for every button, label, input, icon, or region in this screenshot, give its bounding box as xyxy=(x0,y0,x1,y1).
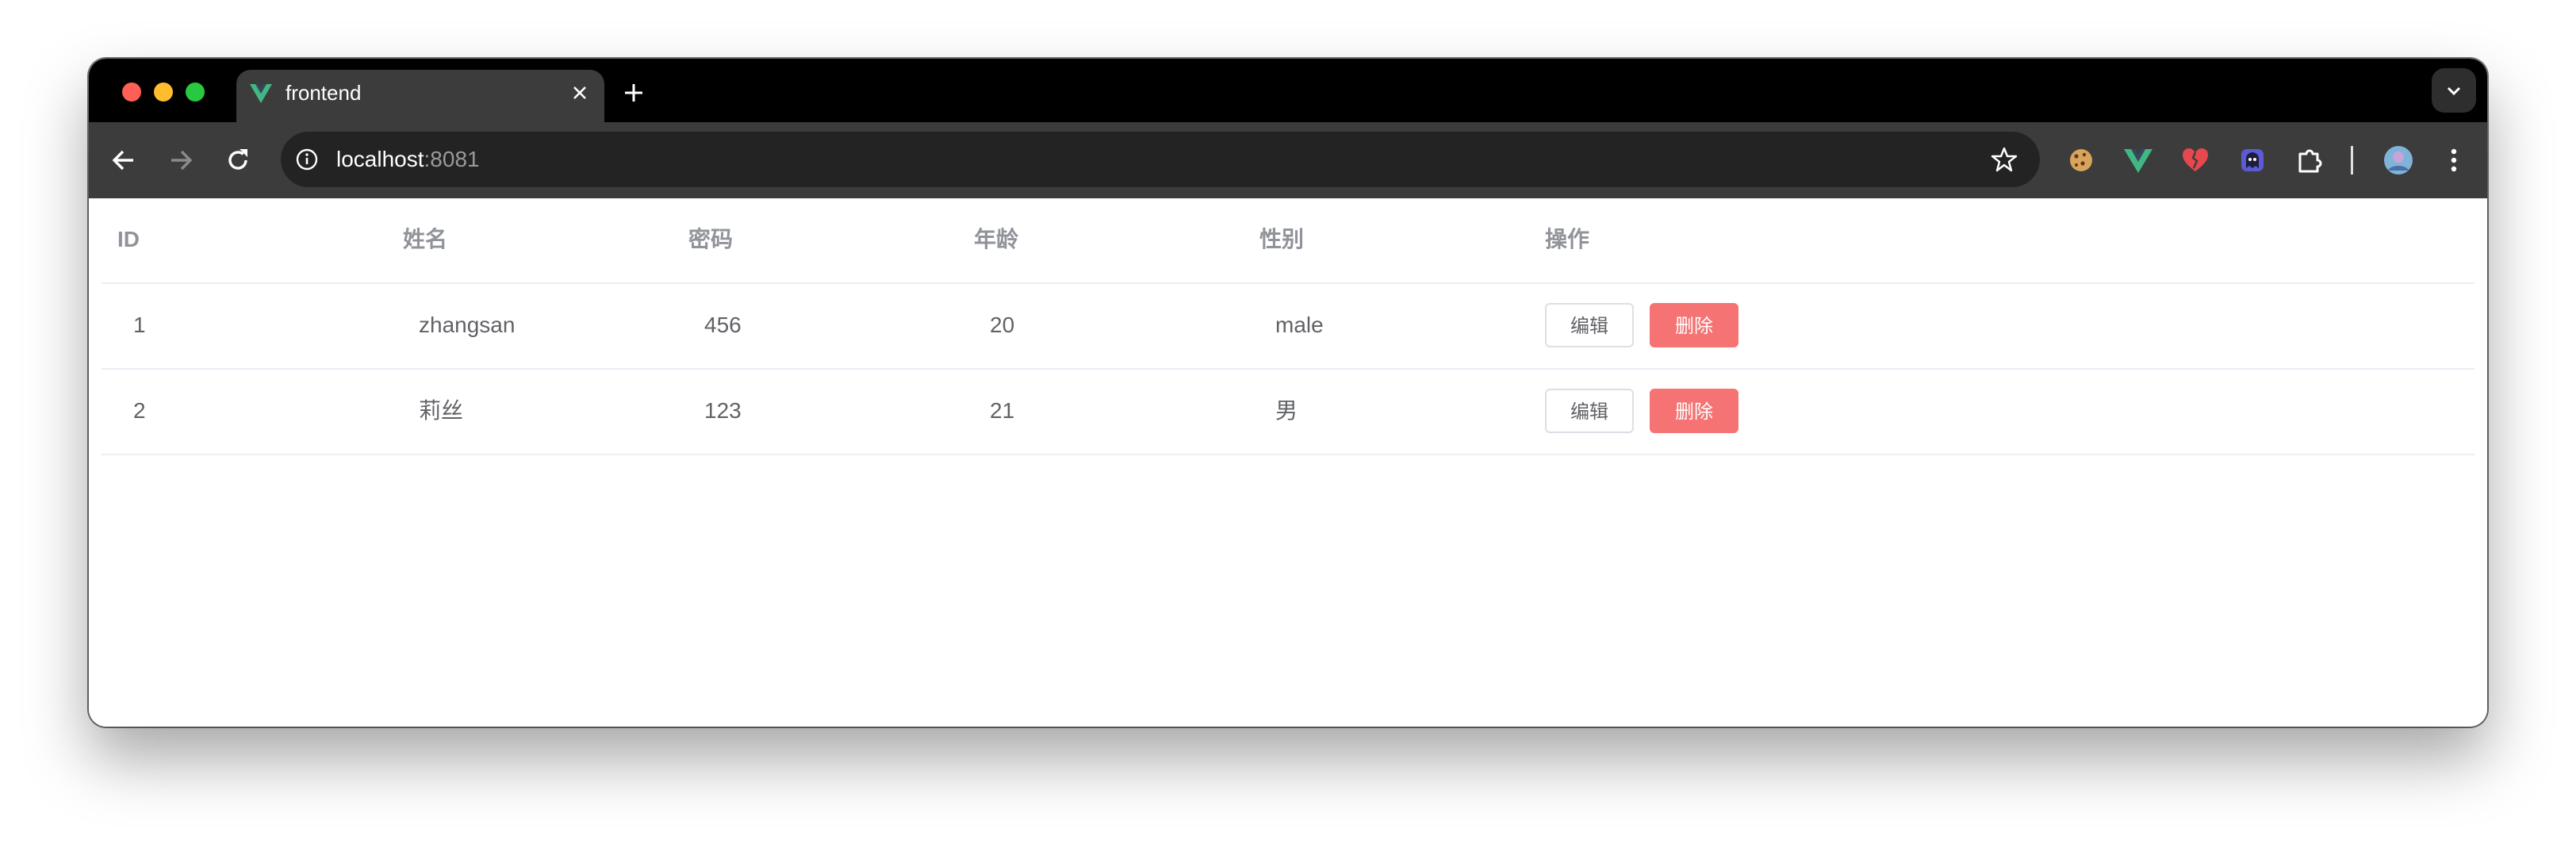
avatar[interactable] xyxy=(2382,144,2414,176)
header-password: 密码 xyxy=(688,227,734,251)
browser-window: frontend localhost:8081 ID 姓名 密码 年龄 性别 操… xyxy=(89,59,2487,727)
user-table: ID 姓名 密码 年龄 性别 操作 1 zhangsan 456 20 male… xyxy=(102,198,2474,455)
close-window-button[interactable] xyxy=(122,82,141,102)
cell-id: 1 xyxy=(133,313,146,337)
cell-gender: male xyxy=(1275,313,1324,337)
cell-password: 123 xyxy=(704,398,742,423)
tab-frontend[interactable]: frontend xyxy=(236,70,604,122)
chevron-down-icon xyxy=(2447,86,2461,96)
site-info-icon[interactable] xyxy=(295,148,319,171)
forward-arrow-icon[interactable] xyxy=(165,144,197,176)
broken-heart-icon[interactable] xyxy=(2179,144,2211,176)
vue-logo-icon xyxy=(250,84,272,103)
menu-kebab-icon[interactable] xyxy=(2438,144,2470,176)
new-tab-icon[interactable] xyxy=(622,81,646,105)
edit-button[interactable]: 编辑 xyxy=(1545,389,1634,433)
cell-id: 2 xyxy=(133,398,146,423)
cookie-icon[interactable] xyxy=(2065,144,2097,176)
address-bar[interactable]: localhost:8081 xyxy=(281,132,2040,187)
cell-gender: 男 xyxy=(1275,398,1298,423)
header-id: ID xyxy=(117,227,140,251)
table-row: 2 莉丝 123 21 男 编辑 删除 xyxy=(102,370,2474,455)
header-gender: 性别 xyxy=(1259,227,1305,251)
back-arrow-icon[interactable] xyxy=(108,144,140,176)
puzzle-icon[interactable] xyxy=(2294,144,2325,176)
maximize-window-button[interactable] xyxy=(186,82,205,102)
delete-button[interactable]: 删除 xyxy=(1650,389,1738,433)
tab-strip: frontend xyxy=(89,59,2487,122)
browser-toolbar: localhost:8081 xyxy=(89,122,2487,198)
url-host: localhost xyxy=(336,147,424,171)
minimize-window-button[interactable] xyxy=(154,82,173,102)
cell-age: 20 xyxy=(990,313,1015,337)
vue-devtools-icon[interactable] xyxy=(2122,144,2154,176)
close-tab-icon[interactable] xyxy=(569,82,590,103)
table-row: 1 zhangsan 456 20 male 编辑 删除 xyxy=(102,284,2474,370)
cell-password: 456 xyxy=(704,313,742,337)
toolbar-divider xyxy=(2351,146,2353,175)
header-age: 年龄 xyxy=(974,227,1019,251)
url-port: :8081 xyxy=(424,147,480,171)
ghost-icon[interactable] xyxy=(2237,144,2268,176)
header-name: 姓名 xyxy=(403,227,448,251)
page-content: ID 姓名 密码 年龄 性别 操作 1 zhangsan 456 20 male… xyxy=(89,198,2487,727)
table-header-row: ID 姓名 密码 年龄 性别 操作 xyxy=(102,198,2474,284)
header-actions: 操作 xyxy=(1545,227,1590,251)
url-text[interactable]: localhost:8081 xyxy=(336,147,480,172)
cell-age: 21 xyxy=(990,398,1015,423)
bookmark-star-icon[interactable] xyxy=(1991,146,2018,173)
edit-button[interactable]: 编辑 xyxy=(1545,303,1634,347)
delete-button[interactable]: 删除 xyxy=(1650,303,1738,347)
tab-title: frontend xyxy=(286,81,362,105)
tab-search-button[interactable] xyxy=(2432,68,2476,113)
cell-name: zhangsan xyxy=(419,313,516,337)
reload-icon[interactable] xyxy=(222,144,254,176)
cell-name: 莉丝 xyxy=(419,398,464,423)
